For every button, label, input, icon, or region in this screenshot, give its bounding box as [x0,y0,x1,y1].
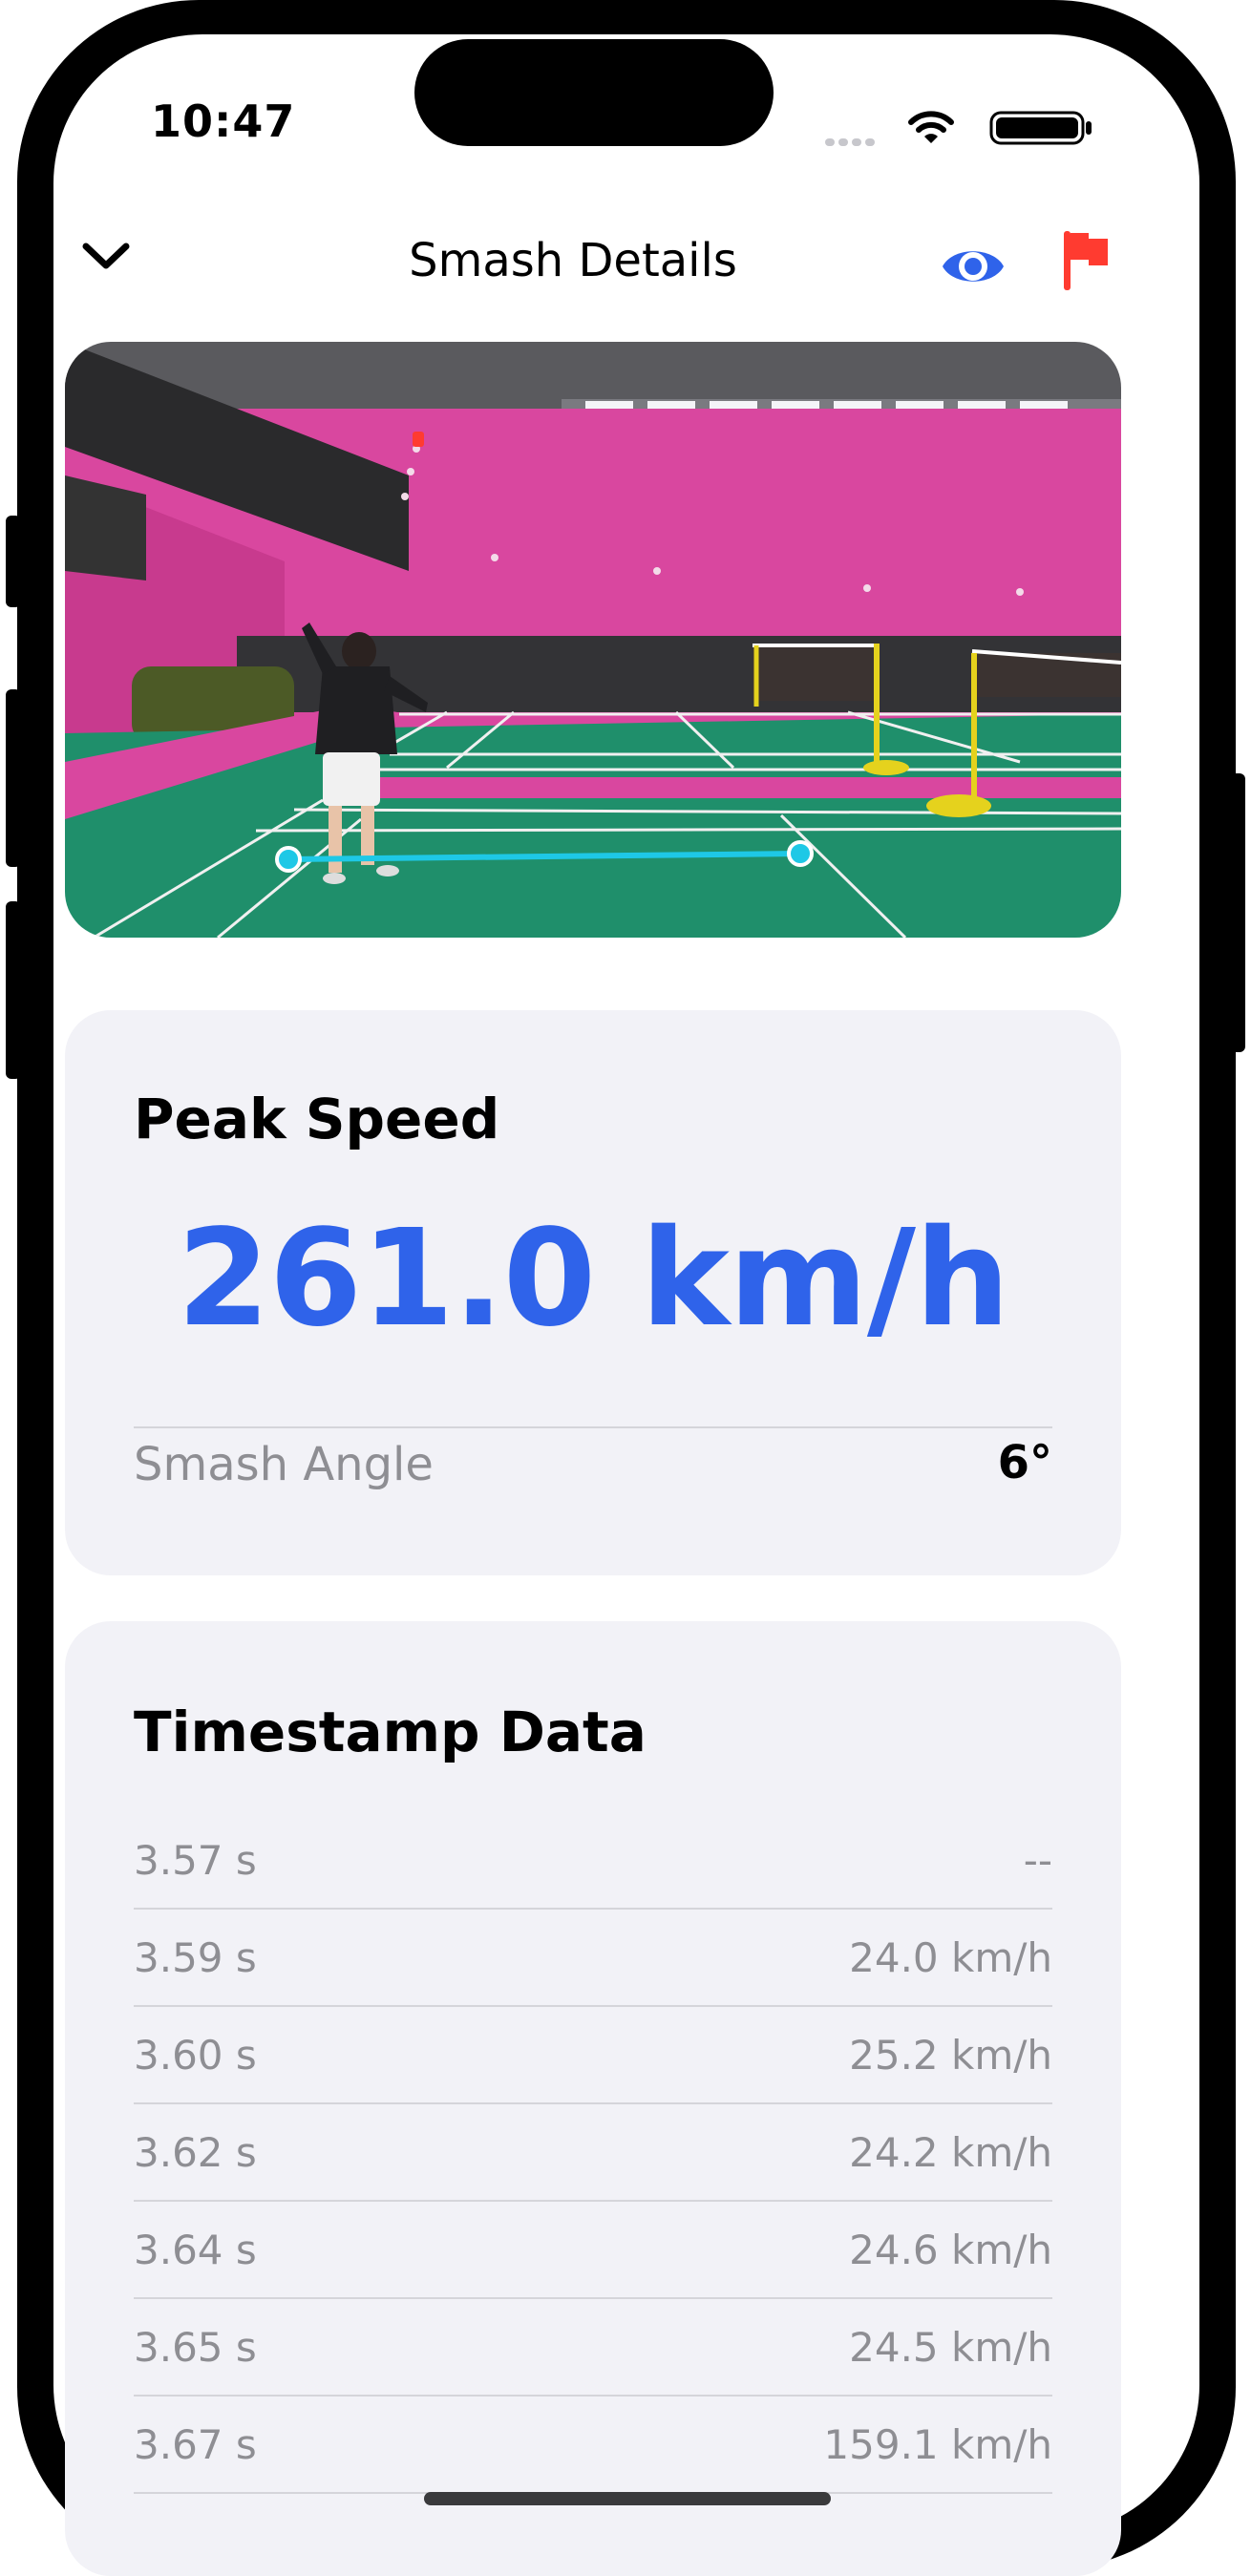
timestamp-time: 3.62 s [134,2129,257,2176]
timestamp-time: 3.57 s [134,1837,257,1884]
peak-speed-card: Peak Speed 261.0 km/h Smash Angle 6° [65,1010,1121,1575]
peak-speed-value: 261.0 km/h [177,1201,1009,1357]
timestamp-time: 3.65 s [134,2324,257,2371]
battery-icon [989,111,1092,145]
timestamp-speed: -- [1023,1837,1052,1884]
page-title: Smash Details [409,234,737,287]
timestamp-speed: 25.2 km/h [849,2032,1052,2079]
flag-icon[interactable] [1060,227,1113,294]
table-row: 3.62 s 24.2 km/h [134,2104,1052,2202]
timestamp-speed: 24.5 km/h [849,2324,1052,2371]
timestamp-time: 3.60 s [134,2032,257,2079]
table-row: 3.67 s 159.1 km/h [134,2397,1052,2494]
court-scene-image [65,342,1121,938]
timestamp-time: 3.67 s [134,2421,257,2468]
table-row: 3.57 s -- [134,1812,1052,1910]
chevron-down-icon[interactable] [78,237,134,275]
smash-angle-label: Smash Angle [134,1438,434,1491]
timestamp-speed: 159.1 km/h [823,2421,1052,2468]
table-row: 3.65 s 24.5 km/h [134,2299,1052,2397]
timestamp-data-card: Timestamp Data 3.57 s -- 3.59 s 24.0 km/h 3.… [65,1621,1121,2576]
timestamp-speed: 24.6 km/h [849,2227,1052,2273]
home-indicator[interactable] [424,2492,831,2505]
timestamp-speed: 24.2 km/h [849,2129,1052,2176]
peak-speed-title: Peak Speed [134,1087,500,1151]
smash-video-thumbnail[interactable] [65,342,1121,938]
timestamp-data-title: Timestamp Data [134,1700,647,1764]
timestamp-speed: 24.0 km/h [849,1934,1052,1981]
timestamp-time: 3.59 s [134,1934,257,1981]
dynamic-island [414,39,774,146]
smash-angle-value: 6° [997,1436,1052,1489]
timestamp-time: 3.64 s [134,2227,257,2273]
table-row: 3.60 s 25.2 km/h [134,2007,1052,2104]
wifi-icon [908,111,954,143]
table-row: 3.59 s 24.0 km/h [134,1910,1052,2007]
divider [134,1426,1052,1428]
cellular-signal-icon [825,132,879,150]
eye-icon[interactable] [940,233,1007,300]
status-time: 10:47 [151,95,296,147]
table-row: 3.64 s 24.6 km/h [134,2202,1052,2299]
